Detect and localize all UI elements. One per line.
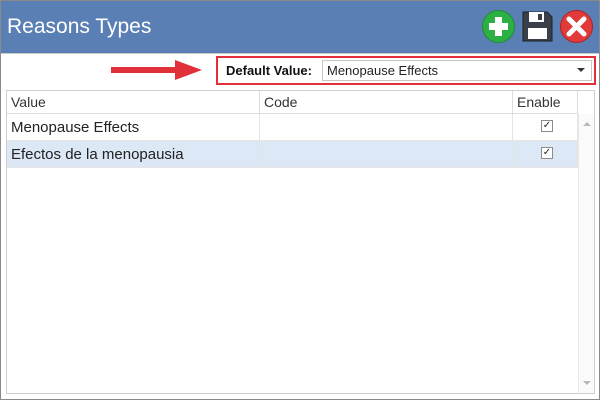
plus-circle-icon: [482, 10, 515, 43]
code-cell[interactable]: [260, 141, 513, 167]
table-row[interactable]: Menopause Effects ✓: [7, 114, 578, 141]
enable-checkbox[interactable]: ✓: [541, 147, 553, 159]
save-button[interactable]: [520, 9, 555, 44]
title-divider: [1, 53, 599, 54]
pointer-arrow-icon: [111, 60, 202, 80]
default-value-highlight: Default Value: Menopause Effects: [216, 56, 596, 85]
add-button[interactable]: [481, 9, 516, 44]
floppy-disk-icon: [522, 11, 553, 42]
scroll-up-icon[interactable]: [583, 122, 591, 126]
close-circle-icon: [560, 10, 593, 43]
column-header-value[interactable]: Value: [7, 91, 260, 114]
value-cell[interactable]: Efectos de la menopausia: [7, 141, 260, 167]
window-title: Reasons Types: [7, 15, 152, 38]
reasons-types-dialog: Reasons Types Default Value: Menopause E…: [0, 0, 600, 400]
scroll-down-icon[interactable]: [583, 381, 591, 385]
title-bar: Reasons Types: [1, 1, 599, 53]
enable-checkbox[interactable]: ✓: [541, 120, 553, 132]
value-cell[interactable]: Menopause Effects: [7, 114, 260, 140]
code-cell[interactable]: [260, 114, 513, 140]
column-header-code[interactable]: Code: [260, 91, 513, 114]
default-value-selected: Menopause Effects: [327, 63, 439, 78]
default-value-dropdown[interactable]: Menopause Effects: [322, 60, 592, 81]
enable-cell: ✓: [513, 114, 578, 140]
reasons-grid: Value Code Enable Menopause Effects ✓ Ef…: [6, 90, 595, 394]
chevron-down-icon: [577, 68, 585, 72]
column-header-enable[interactable]: Enable: [513, 91, 578, 114]
table-row[interactable]: Efectos de la menopausia ✓: [7, 141, 578, 168]
default-value-label: Default Value:: [226, 63, 312, 78]
close-button[interactable]: [559, 9, 594, 44]
enable-cell: ✓: [513, 141, 578, 167]
vertical-scrollbar[interactable]: [578, 114, 594, 393]
